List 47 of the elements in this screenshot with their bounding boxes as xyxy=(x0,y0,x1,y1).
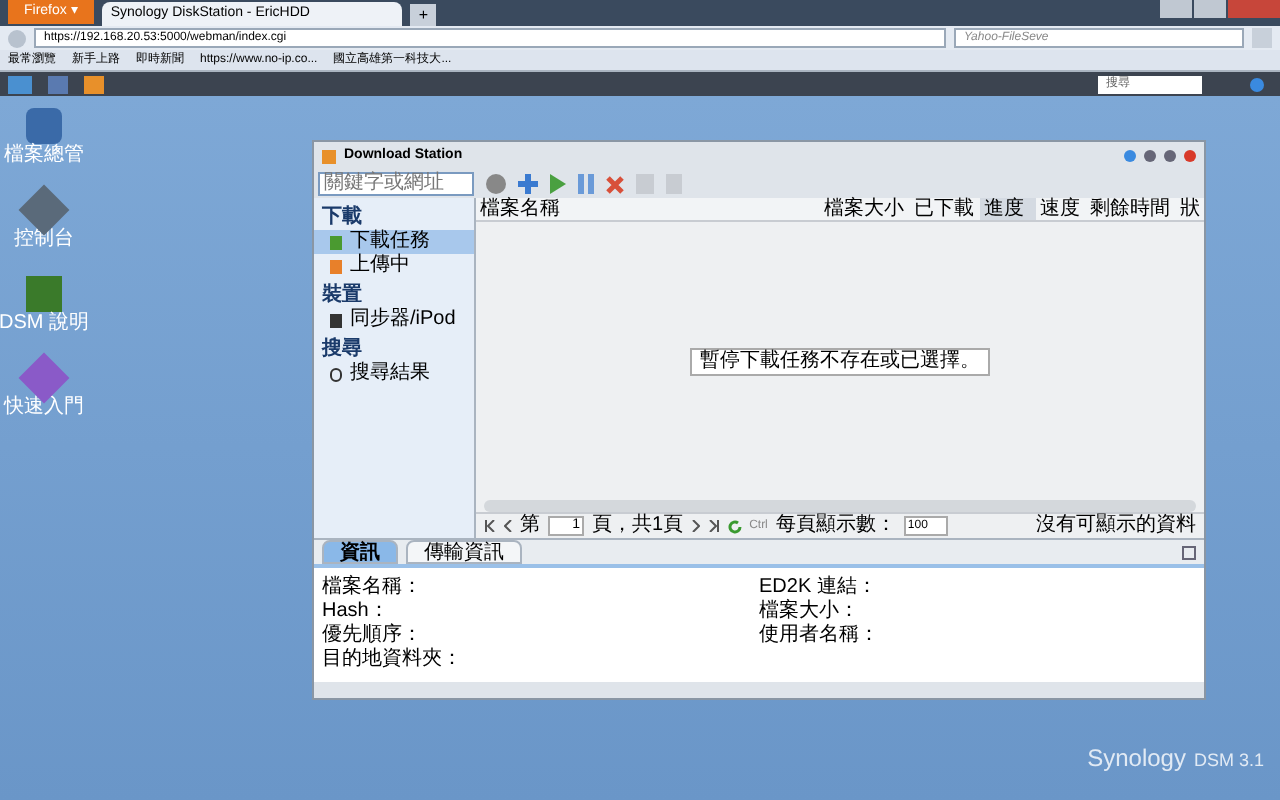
detail-label: 檔案大小： xyxy=(759,600,861,623)
column-header[interactable]: 檔案名稱 xyxy=(476,198,820,220)
empty-message: 暫停下載任務不存在或已選擇。 xyxy=(690,347,990,375)
detail-label: 使用者名稱： xyxy=(759,624,881,648)
sidebar-item[interactable]: 同步器/iPod xyxy=(314,308,474,332)
help-icon[interactable] xyxy=(1124,150,1136,162)
horizontal-scrollbar[interactable] xyxy=(484,500,1196,512)
detail-label: Hash： xyxy=(322,600,391,623)
prev-page-icon[interactable] xyxy=(504,520,512,532)
detail-label: 目的地資料夾： xyxy=(322,648,464,672)
detail-tab[interactable]: 資訊 xyxy=(322,540,398,564)
sidebar-header: 下載 xyxy=(320,206,364,230)
page-count: 頁，共1頁 xyxy=(592,514,684,538)
detail-label: 檔案名稱： xyxy=(322,576,424,600)
collapse-icon[interactable] xyxy=(1182,545,1196,559)
close-icon[interactable] xyxy=(1184,150,1196,162)
first-page-icon[interactable] xyxy=(484,520,496,532)
delete-icon[interactable] xyxy=(606,175,624,193)
maximize-icon[interactable] xyxy=(1164,150,1176,162)
column-header[interactable]: 已下載 xyxy=(910,198,980,220)
column-header[interactable]: 進度 xyxy=(980,198,1036,220)
sidebar-item[interactable]: 下載任務 xyxy=(314,230,474,254)
sidebar-item[interactable]: 上傳中 xyxy=(314,254,474,278)
plus-icon[interactable] xyxy=(518,174,538,194)
column-header[interactable]: 檔案大小 xyxy=(820,198,910,220)
status-text: 沒有可顯示的資料 xyxy=(1036,514,1196,538)
refresh-icon[interactable] xyxy=(727,519,742,533)
info-icon[interactable] xyxy=(1250,77,1264,91)
column-header[interactable]: 剩餘時間 xyxy=(1086,198,1176,220)
new-tab-button[interactable]: + xyxy=(410,4,437,26)
column-header[interactable]: 狀 xyxy=(1176,198,1204,220)
detail-tab[interactable]: 傳輸資訊 xyxy=(406,540,522,564)
detail-label: 優先順序： xyxy=(322,624,424,647)
product-version: DSM 3.1 xyxy=(1193,748,1264,774)
minimize-icon[interactable] xyxy=(1144,150,1156,162)
page-label: 第 xyxy=(520,514,540,538)
brand-name: Synology xyxy=(1087,742,1186,776)
per-page-label: 每頁顯示數： xyxy=(775,514,896,538)
sidebar-header: 裝置 xyxy=(320,284,364,308)
last-page-icon[interactable] xyxy=(707,520,720,532)
column-header[interactable]: 速度 xyxy=(1036,198,1086,220)
detail-label: ED2K 連結： xyxy=(759,576,879,599)
next-page-icon[interactable] xyxy=(691,520,700,532)
sidebar-header: 搜尋 xyxy=(319,338,364,361)
search-icon xyxy=(330,367,342,381)
sidebar-item[interactable]: 搜尋結果 xyxy=(314,362,474,386)
search-field[interactable]: 關鍵字或網址 xyxy=(318,172,474,196)
